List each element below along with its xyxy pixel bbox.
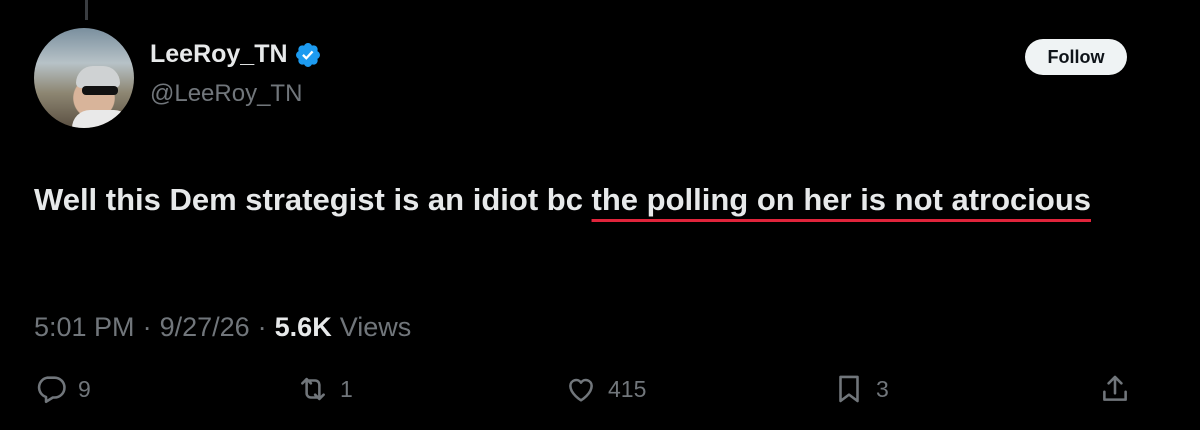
- tweet-text-plain: Well this Dem strategist is an idiot bc: [34, 182, 592, 217]
- meta-separator: ·: [257, 312, 267, 342]
- share-icon: [1103, 375, 1127, 401]
- like-count: 415: [608, 375, 647, 402]
- follow-button[interactable]: Follow: [1025, 39, 1127, 75]
- meta-separator: ·: [142, 312, 152, 342]
- like-icon: [569, 378, 593, 402]
- tweet-time[interactable]: 5:01 PM: [34, 312, 135, 343]
- tweet-text: Well this Dem strategist is an idiot bc …: [34, 176, 1154, 223]
- like-button[interactable]: 415: [564, 372, 646, 406]
- avatar-cap: [76, 66, 120, 88]
- views-label: Views: [339, 312, 412, 342]
- repost-count: 1: [340, 375, 353, 402]
- author-display-name[interactable]: LeeRoy_TN: [150, 40, 288, 69]
- reply-count: 9: [78, 375, 91, 402]
- repost-button[interactable]: 1: [296, 372, 353, 406]
- repost-icon: [301, 377, 325, 401]
- avatar-sunglasses: [82, 86, 118, 95]
- share-button[interactable]: [1098, 372, 1132, 406]
- avatar[interactable]: [34, 28, 134, 128]
- author-name-row: LeeRoy_TN: [150, 40, 322, 69]
- views-count: 5.6K: [274, 312, 332, 342]
- reply-icon: [37, 376, 66, 404]
- avatar-shirt: [72, 110, 132, 128]
- bookmark-count: 3: [876, 375, 889, 402]
- tweet-text-underlined: the polling on her is not atrocious: [591, 182, 1091, 217]
- author-handle[interactable]: @LeeRoy_TN: [150, 80, 302, 108]
- reply-button[interactable]: 9: [34, 372, 91, 406]
- thread-connector-line: [85, 0, 88, 20]
- tweet-actions-bar: 9 1 415 3: [34, 372, 1134, 412]
- tweet-meta: 5:01 PM · 9/27/26 · 5.6K Views: [34, 312, 411, 343]
- verified-badge-icon[interactable]: [294, 41, 322, 69]
- bookmark-icon: [839, 375, 859, 403]
- bookmark-button[interactable]: 3: [832, 372, 889, 406]
- tweet-date[interactable]: 9/27/26: [160, 312, 250, 343]
